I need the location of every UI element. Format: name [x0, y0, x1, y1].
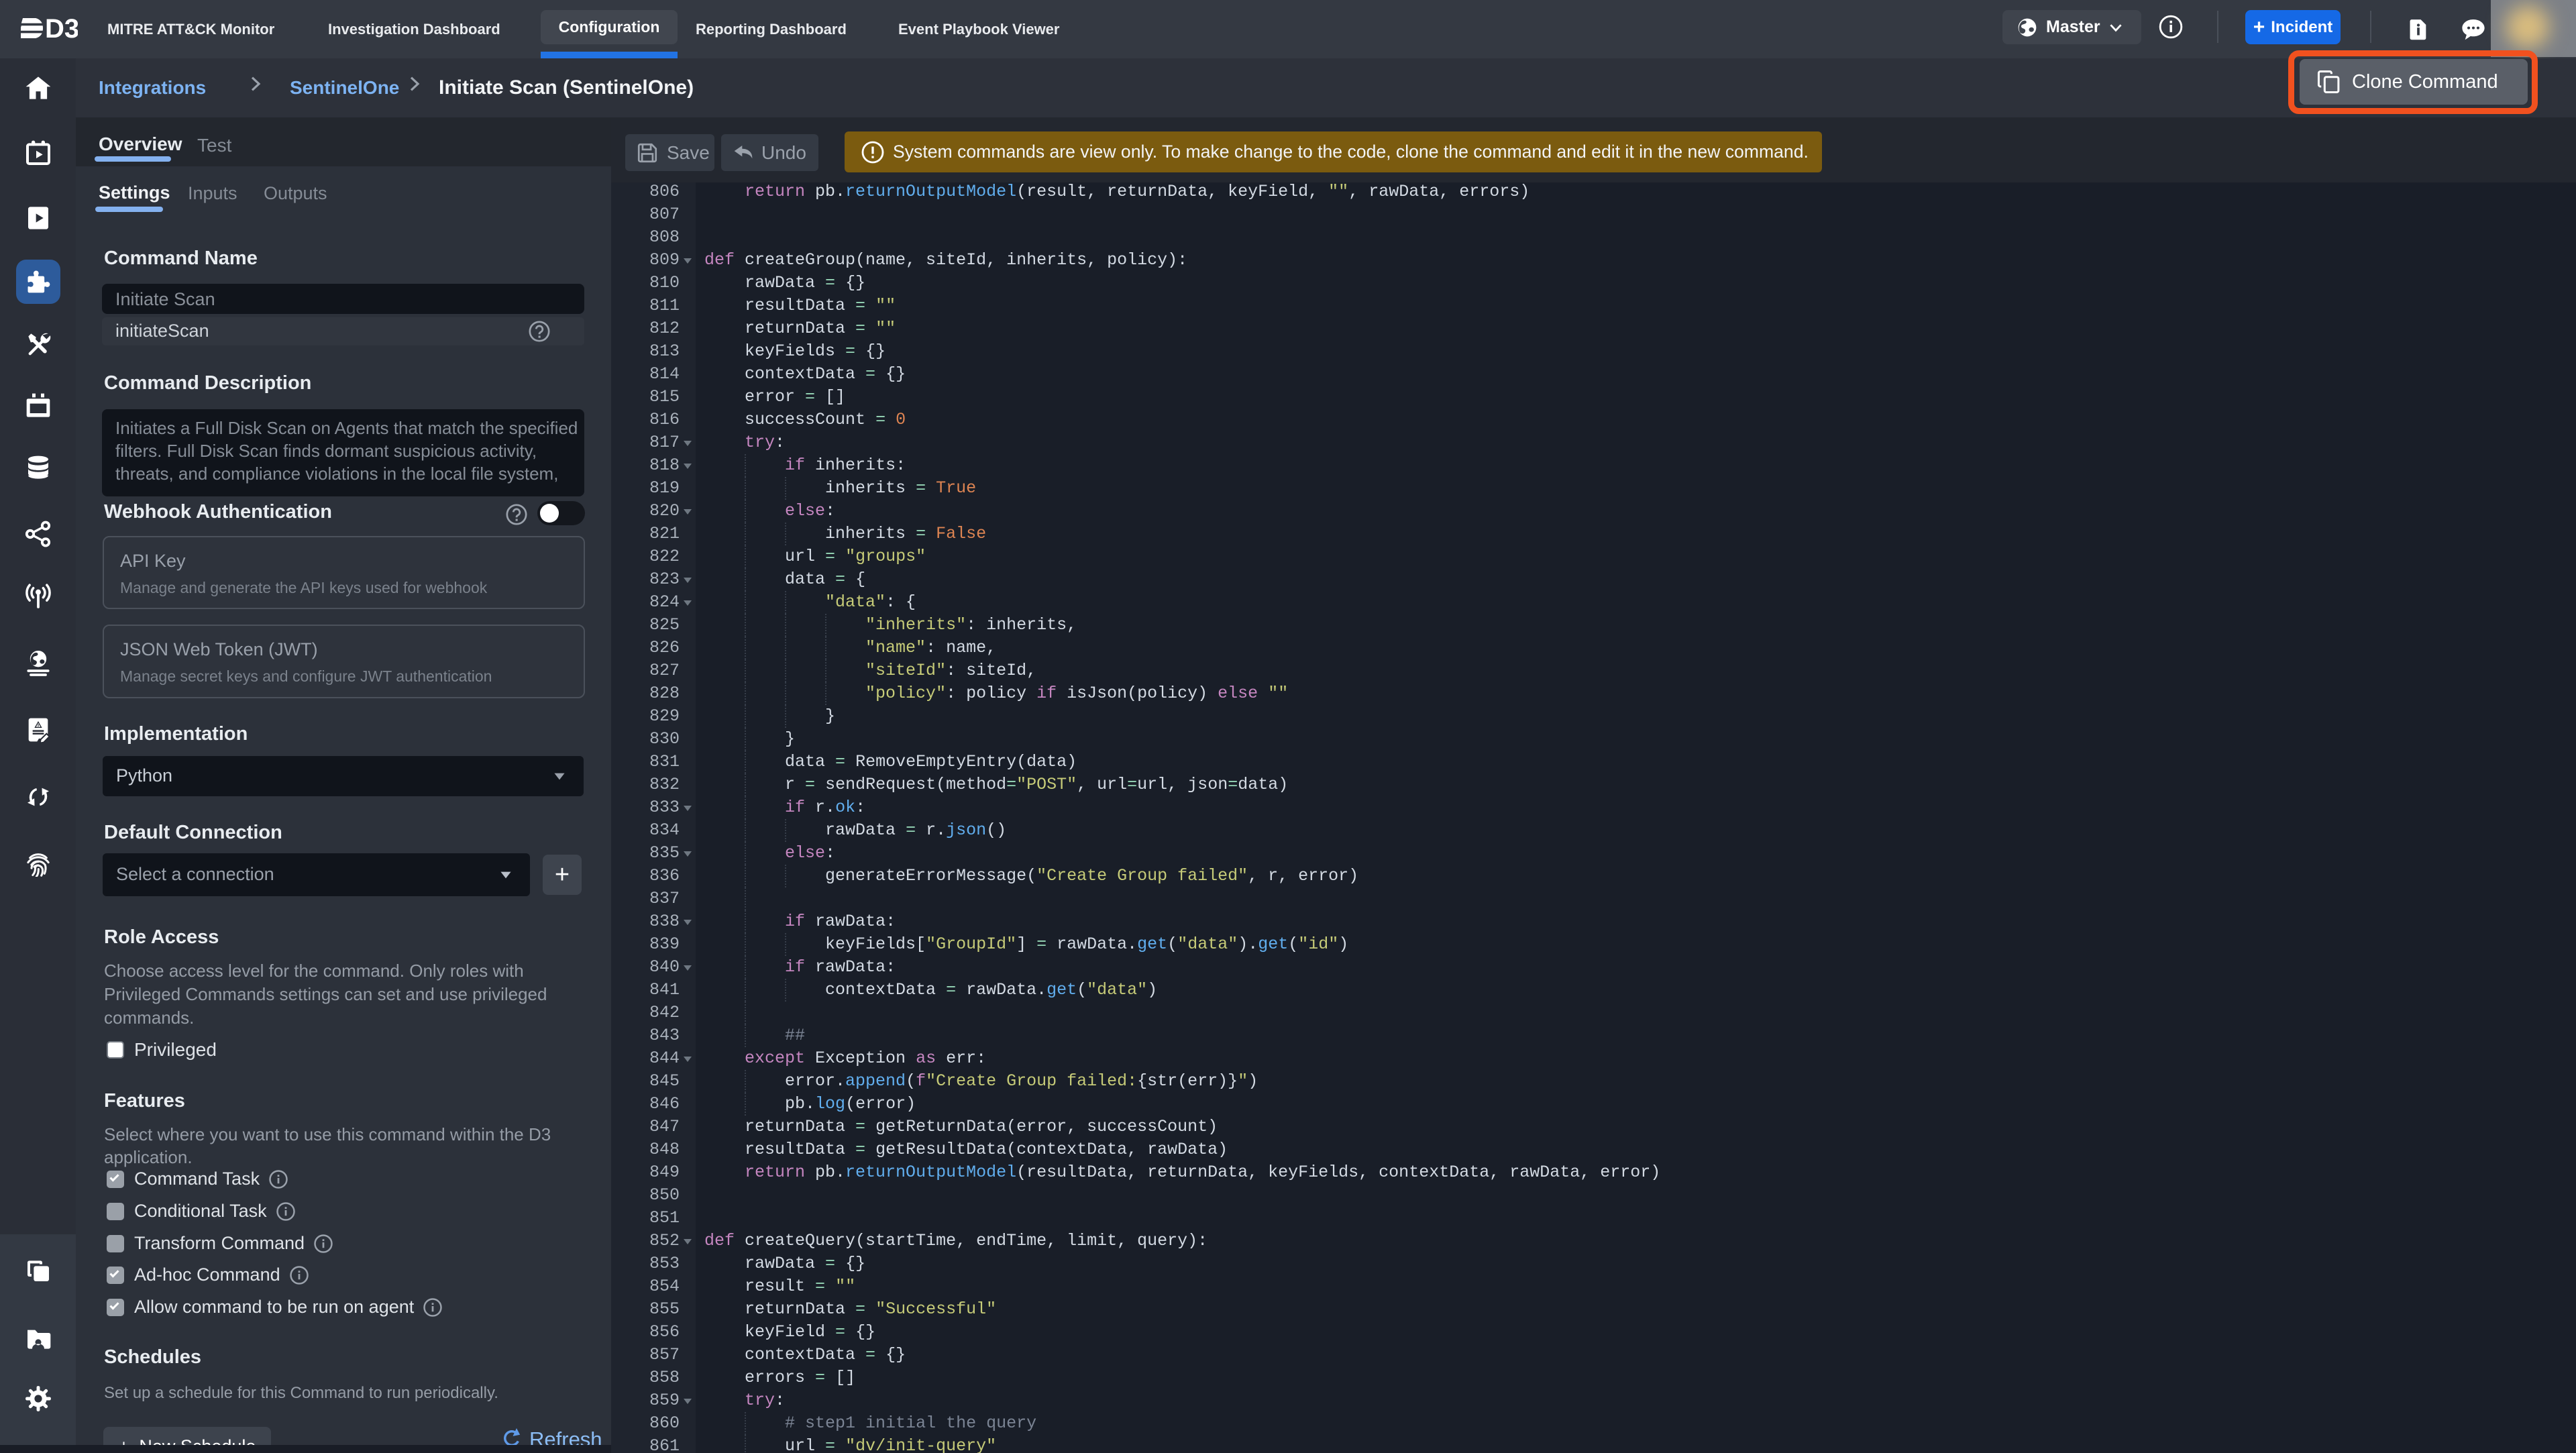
svg-text:D3: D3 — [45, 18, 78, 38]
